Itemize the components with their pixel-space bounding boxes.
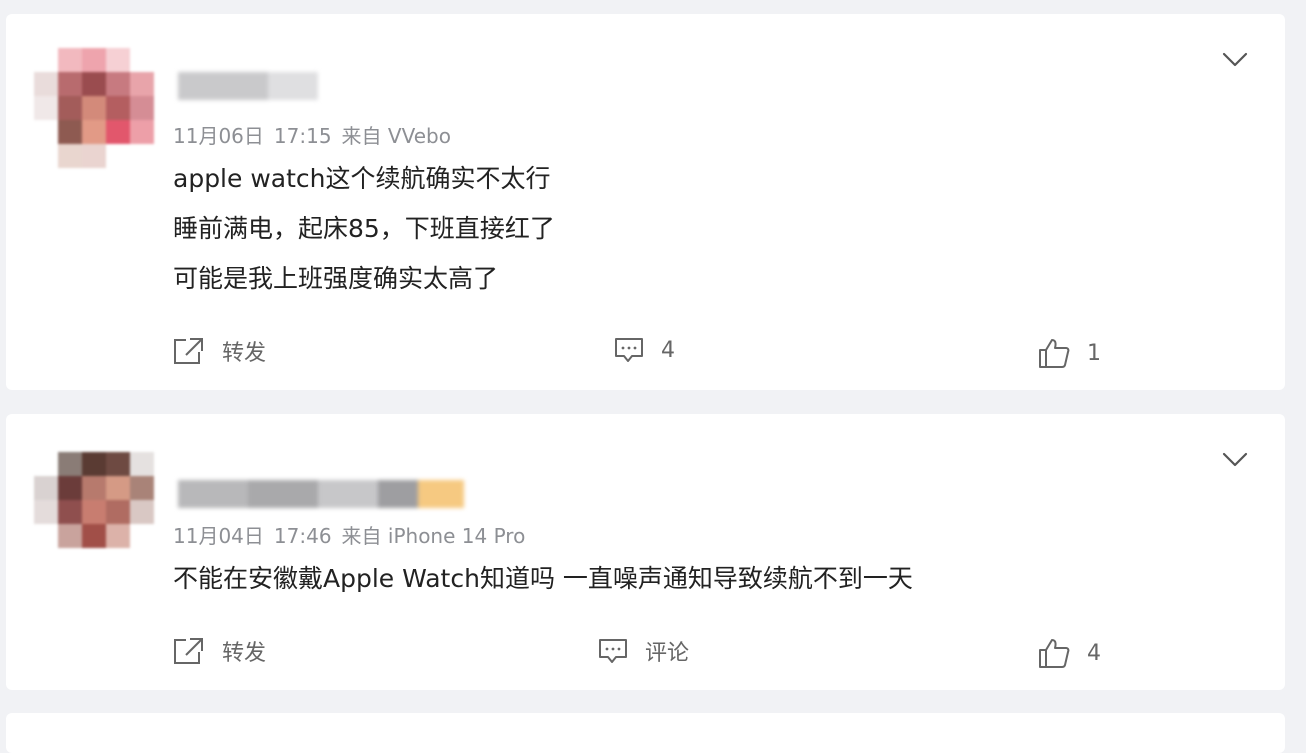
post-card: 11月04日 17:46 来自 iPhone 14 Pro 不能在安徽戴Apple … [6, 414, 1285, 690]
post-time: 17:46 [273, 524, 332, 548]
post-text-line: 可能是我上班强度确实太高了 [173, 264, 499, 293]
post-source: 来自 VVebo [341, 124, 451, 148]
repost-label: 转发 [222, 641, 267, 666]
like-count: 4 [1087, 640, 1101, 666]
username-redacted[interactable] [172, 480, 467, 508]
repost-label: 转发 [222, 341, 267, 366]
repost-icon [172, 636, 206, 666]
like-count: 1 [1087, 340, 1101, 366]
post-meta: 11月04日 17:46 来自 iPhone 14 Pro [173, 520, 535, 549]
comment-icon [613, 335, 645, 365]
thumbs-up-icon [1037, 337, 1071, 369]
comment-button[interactable]: 评论 [597, 635, 689, 667]
post-card-partial [6, 713, 1285, 753]
avatar[interactable] [34, 452, 154, 570]
like-button[interactable]: 4 [1037, 637, 1101, 669]
comment-button[interactable]: 4 [613, 335, 675, 365]
repost-icon [172, 336, 206, 366]
like-button[interactable]: 1 [1037, 337, 1101, 369]
post-text-line: 睡前满电，起床85，下班直接红了 [173, 214, 555, 243]
post-date: 11月06日 [173, 124, 264, 148]
post-card: 11月06日 17:15 来自 VVebo apple watch这个续航确实不太行… [6, 14, 1285, 390]
repost-button[interactable]: 转发 [172, 635, 266, 667]
post-meta: 11月06日 17:15 来自 VVebo [173, 120, 461, 149]
avatar[interactable] [34, 48, 154, 168]
username-redacted[interactable] [172, 72, 322, 100]
post-text-line: apple watch这个续航确实不太行 [173, 164, 551, 193]
post-source: 来自 iPhone 14 Pro [341, 524, 526, 548]
post-time: 17:15 [273, 124, 332, 148]
post-text-line: 不能在安徽戴Apple Watch知道吗 一直噪声通知导致续航不到一天 [173, 564, 913, 593]
comment-label: 评论 [645, 641, 690, 666]
repost-button[interactable]: 转发 [172, 335, 266, 367]
comment-count: 4 [661, 337, 675, 363]
chevron-down-icon[interactable] [1222, 451, 1248, 469]
comment-icon [597, 636, 629, 666]
chevron-down-icon[interactable] [1222, 51, 1248, 69]
post-date: 11月04日 [173, 524, 264, 548]
thumbs-up-icon [1037, 637, 1071, 669]
